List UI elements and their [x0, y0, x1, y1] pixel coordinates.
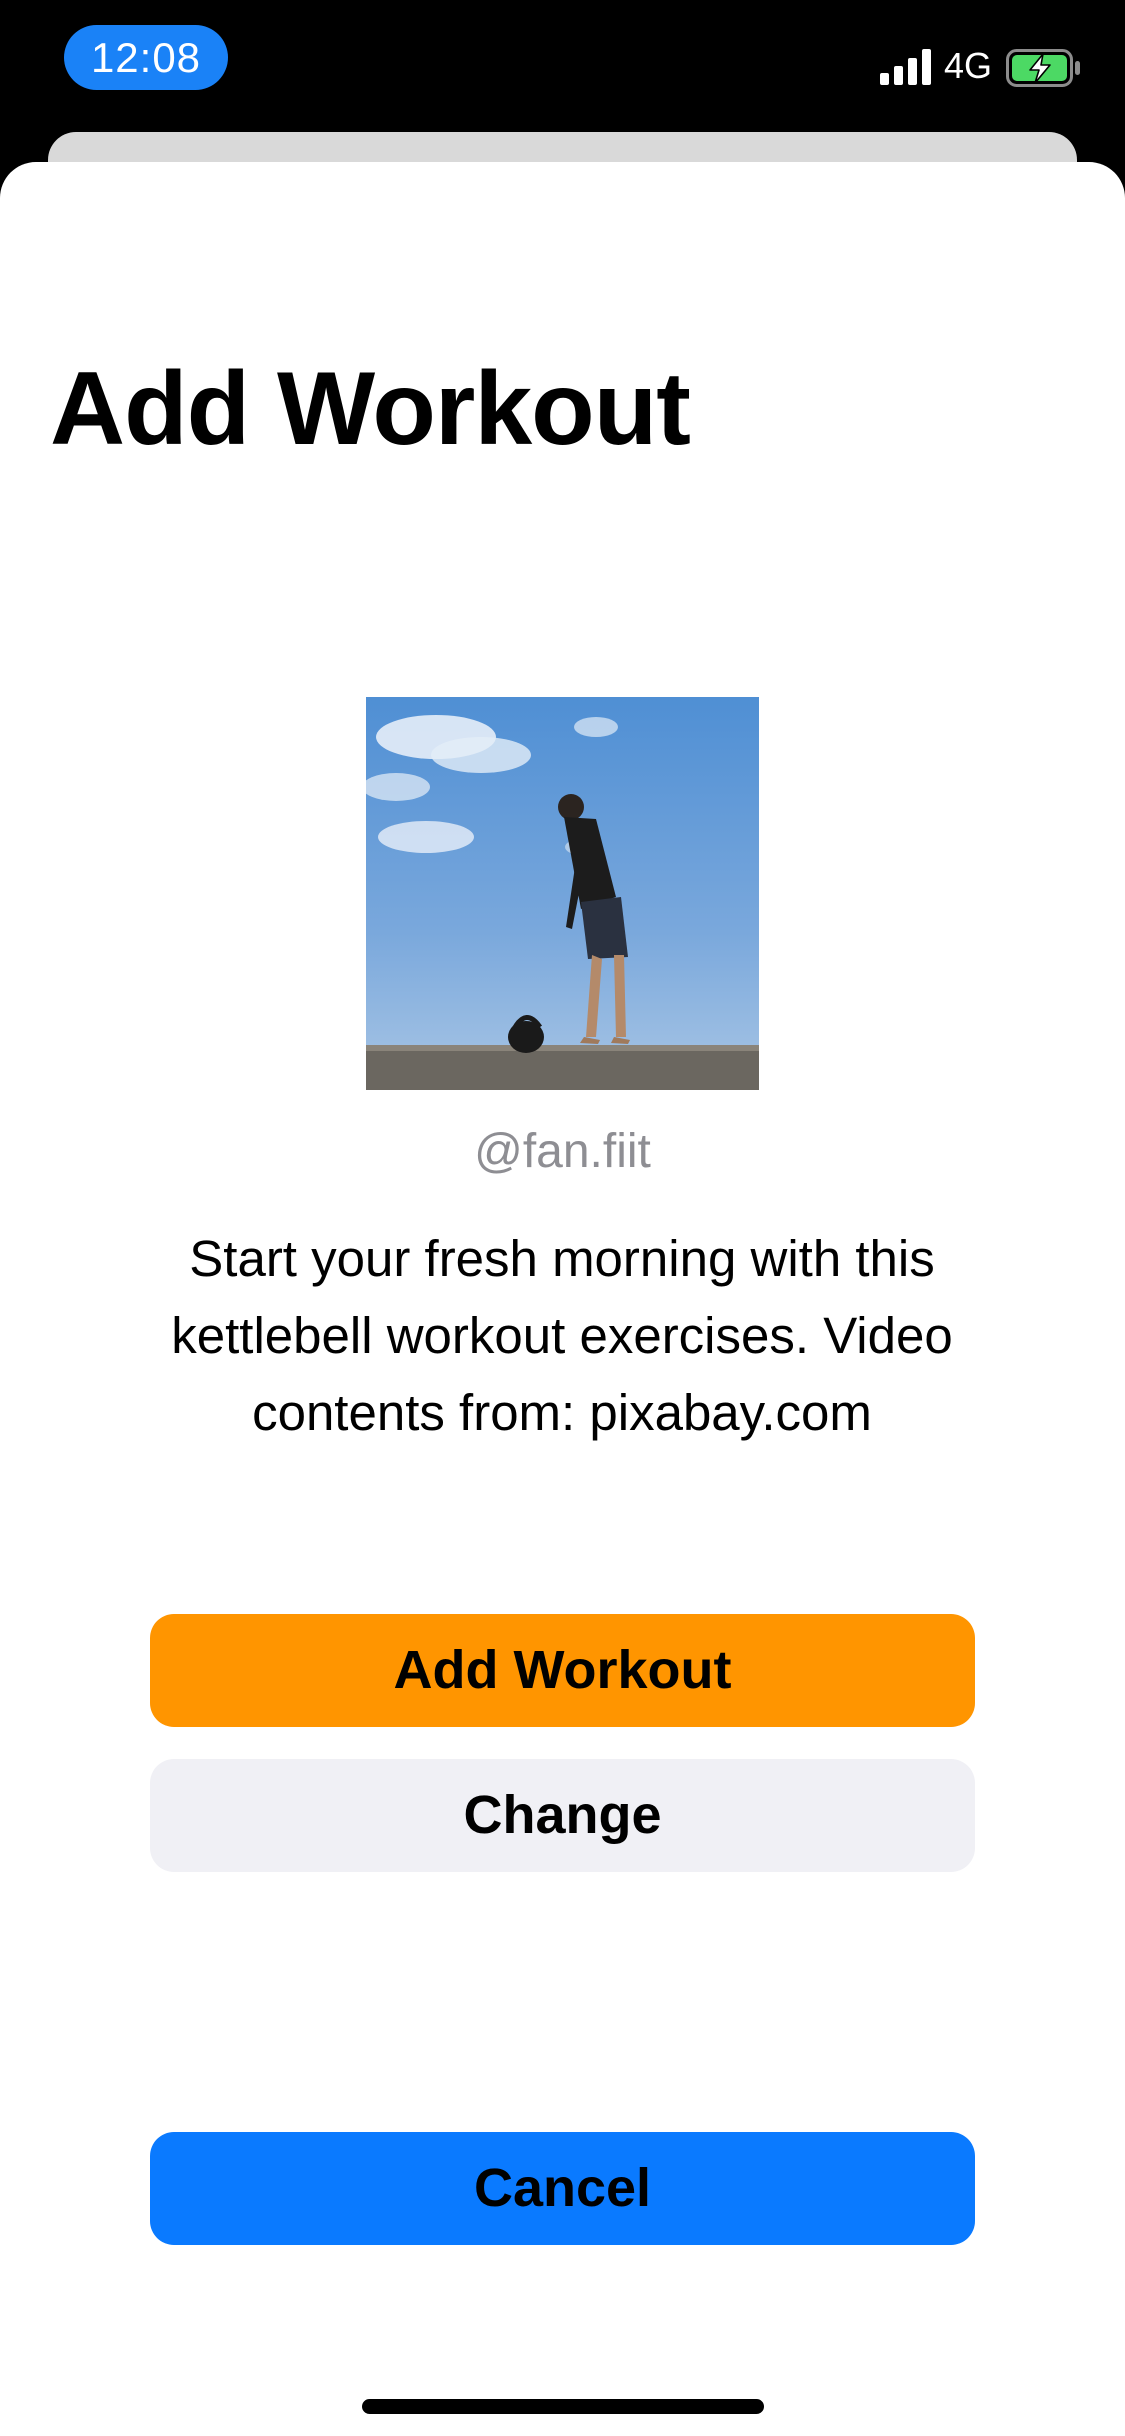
- author-handle: @fan.fiit: [474, 1125, 651, 1178]
- workout-photo-image: [366, 697, 759, 1090]
- home-indicator[interactable]: [362, 2399, 764, 2414]
- cellular-signal-icon: [880, 49, 931, 85]
- network-type-label: 4G: [944, 45, 993, 86]
- workout-description: Start your fresh morning with this kettl…: [171, 1230, 953, 1441]
- page-title: Add Workout: [50, 351, 691, 467]
- add-workout-sheet: Add Workout @fan.fiit Start your fresh m…: [0, 162, 1125, 2436]
- cancel-button[interactable]: Cancel: [150, 2132, 975, 2245]
- status-time[interactable]: 12:08: [64, 25, 228, 90]
- status-bar: 12:08 4G: [0, 0, 1125, 132]
- battery-charging-icon: [1006, 49, 1080, 87]
- workout-thumbnail: [366, 697, 759, 1090]
- change-button[interactable]: Change: [150, 1759, 975, 1872]
- add-workout-button[interactable]: Add Workout: [150, 1614, 975, 1727]
